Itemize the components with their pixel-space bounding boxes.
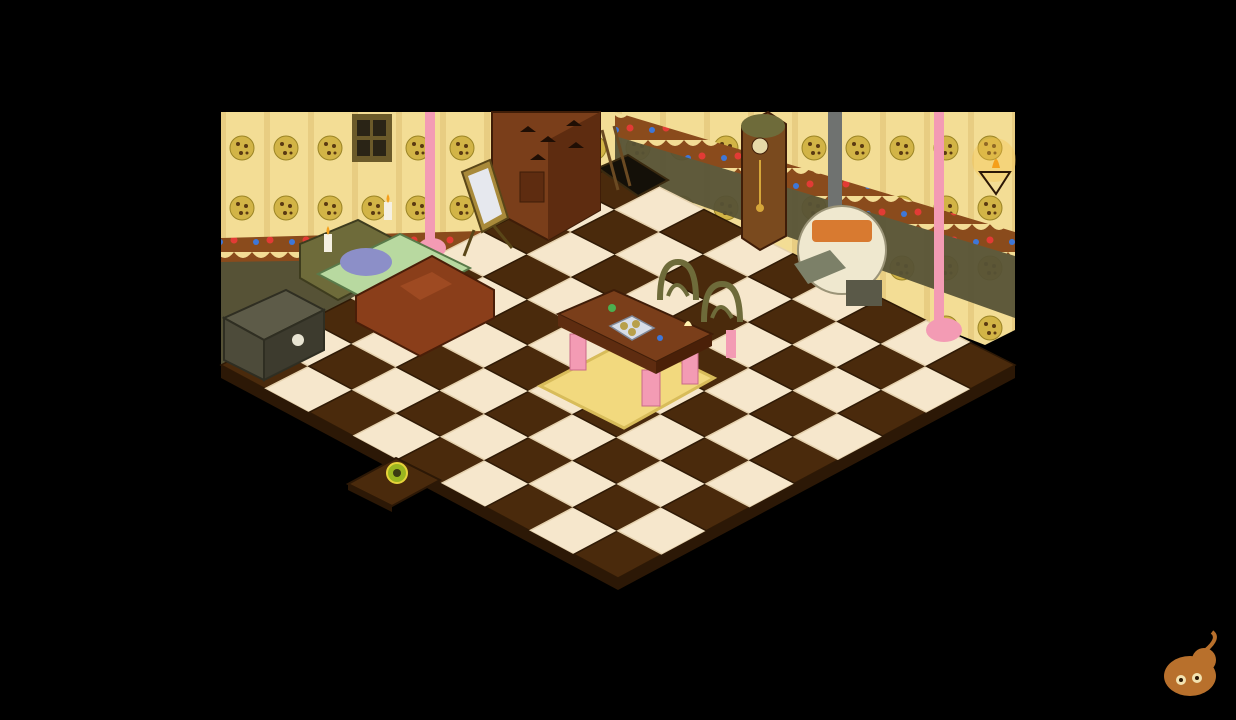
exit-sun-icon	[386, 462, 408, 484]
corner-mascot	[1164, 630, 1217, 696]
grandfather-clock[interactable]	[741, 110, 787, 252]
game-scene	[219, 110, 1217, 696]
wall-window	[352, 114, 392, 162]
